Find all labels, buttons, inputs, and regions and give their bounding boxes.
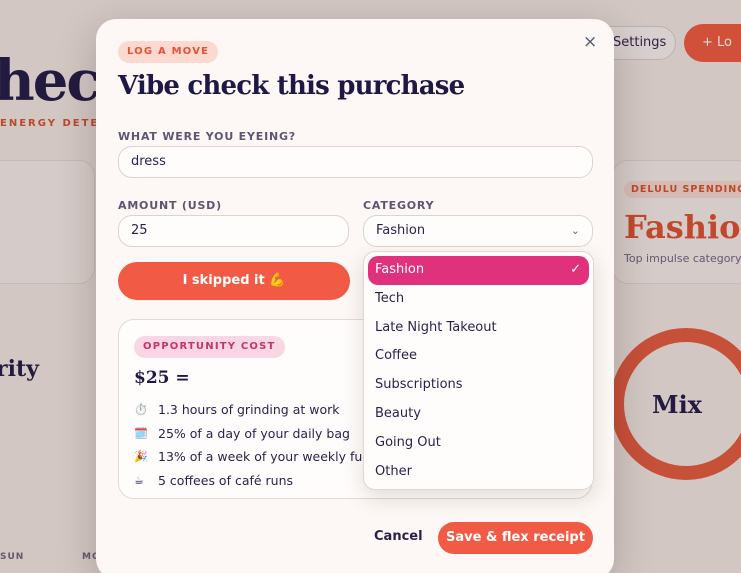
save-receipt-button[interactable]: Save & flex receipt — [438, 522, 593, 554]
category-option-beauty[interactable]: Beauty — [368, 400, 589, 429]
calendar-icon: 🗓️ — [134, 426, 148, 440]
list-item: ☕ 5 coffees of café runs — [134, 472, 294, 488]
category-option-tech[interactable]: Tech — [368, 285, 589, 314]
category-dropdown: Fashion ✓ Tech Late Night Takeout Coffee … — [363, 251, 594, 490]
category-label: CATEGORY — [363, 199, 435, 212]
party-popper-icon: 🎉 — [134, 450, 148, 464]
skipped-it-button[interactable]: I skipped it 💪 — [118, 262, 350, 300]
list-item: 🎉 13% of a week of your weekly fun — [134, 449, 371, 465]
item-label: WHAT WERE YOU EYEING? — [118, 130, 296, 143]
item-input[interactable]: dress — [118, 146, 593, 178]
list-item: 🗓️ 25% of a day of your daily bag — [134, 425, 350, 441]
category-option-fashion[interactable]: Fashion ✓ — [368, 256, 589, 285]
amount-input[interactable]: 25 — [118, 215, 349, 247]
list-item: ⏱️ 1.3 hours of grinding at work — [134, 402, 340, 418]
opportunity-cost-badge: OPPORTUNITY COST — [134, 336, 285, 358]
category-option-coffee[interactable]: Coffee — [368, 342, 589, 371]
category-option-other[interactable]: Other — [368, 458, 589, 487]
opportunity-list: ⏱️ 1.3 hours of grinding at work 🗓️ 25% of… — [134, 398, 370, 492]
opportunity-amount: $25 = — [134, 368, 190, 388]
check-icon: ✓ — [570, 262, 581, 277]
cancel-button[interactable]: Cancel — [374, 529, 423, 544]
category-option-subscriptions[interactable]: Subscriptions — [368, 371, 589, 400]
coffee-icon: ☕ — [134, 473, 144, 487]
category-select[interactable]: Fashion ⌄ — [363, 215, 593, 247]
category-option-late-night-takeout[interactable]: Late Night Takeout — [368, 314, 589, 343]
chevron-down-icon: ⌄ — [570, 224, 580, 237]
amount-label: AMOUNT (USD) — [118, 199, 222, 212]
category-option-going-out[interactable]: Going Out — [368, 429, 589, 458]
category-select-value: Fashion — [376, 223, 426, 238]
timer-icon: ⏱️ — [134, 403, 148, 417]
close-icon[interactable]: × — [583, 32, 597, 52]
log-move-badge: LOG A MOVE — [118, 41, 219, 63]
modal-title: Vibe check this purchase — [118, 71, 465, 101]
